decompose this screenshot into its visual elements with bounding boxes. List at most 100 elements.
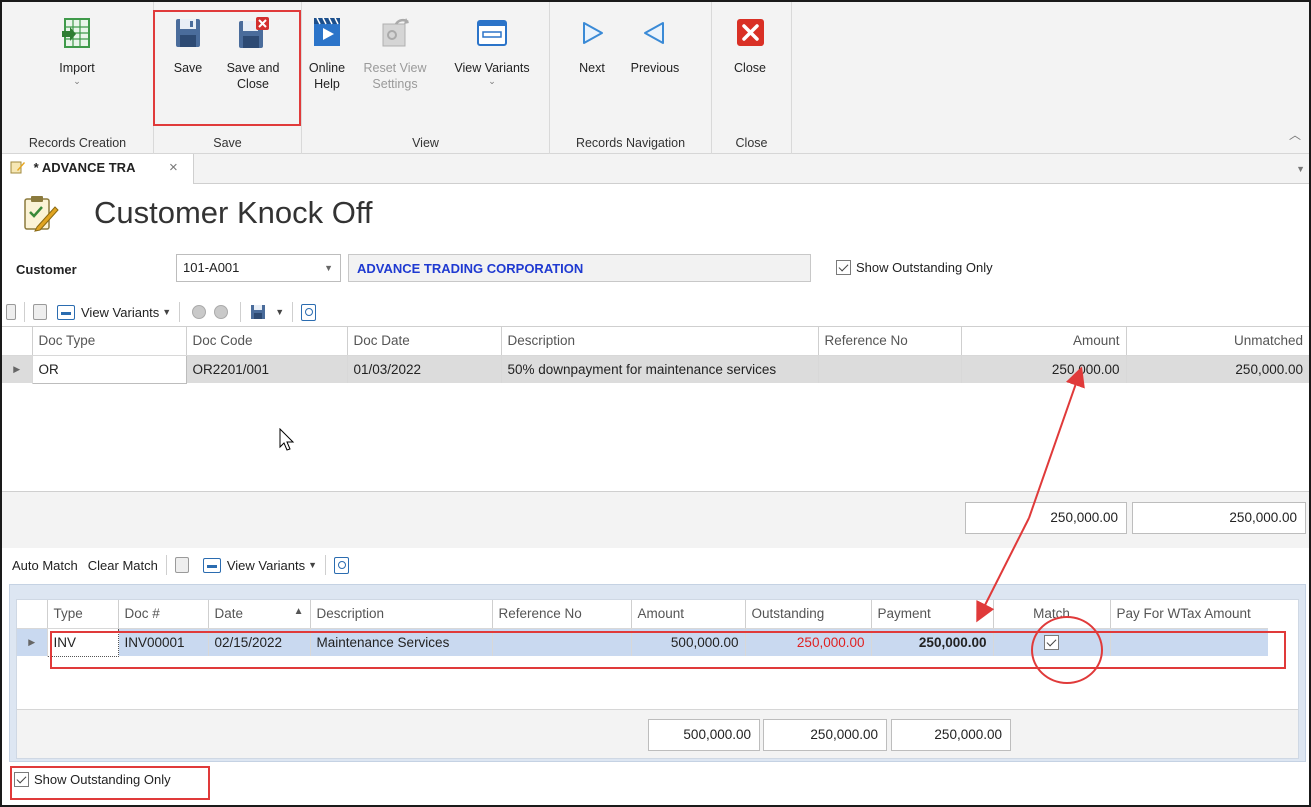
auto-match-button[interactable]: Auto Match	[12, 558, 78, 573]
table-row[interactable]: ▶ OR OR2201/001 01/03/2022 50% downpayme…	[2, 354, 1309, 384]
group-label-close: Close	[735, 136, 768, 150]
video-help-icon	[310, 16, 344, 50]
total-payment: 250,000.00	[891, 719, 1011, 751]
col-amount[interactable]: Amount	[961, 327, 1127, 356]
cell-doc-no[interactable]: INV00001	[118, 628, 209, 656]
next-label: Next	[579, 61, 605, 75]
grid2-toolbar: Auto Match Clear Match View Variants ▼	[12, 551, 350, 579]
checkbox-checked-icon	[836, 260, 851, 275]
col-date-label: Date	[214, 606, 244, 622]
show-outstanding-bottom-checkbox[interactable]: Show Outstanding Only	[14, 772, 171, 787]
view-variants-ribbon-button[interactable]: View Variants ⌄	[442, 16, 542, 86]
documents-grid: Doc Type Doc Code Doc Date Description R…	[2, 326, 1309, 492]
col-description[interactable]: Description	[310, 600, 493, 629]
cell-doc-type[interactable]: OR	[31, 354, 187, 384]
col-description[interactable]: Description	[501, 327, 819, 356]
tab-advance-trading[interactable]: * ADVANCE TRA ×	[2, 154, 194, 184]
match-checkbox[interactable]	[1044, 634, 1059, 650]
customer-label: Customer	[16, 262, 77, 277]
copy-icon[interactable]	[174, 557, 189, 573]
group-label-records-creation: Records Creation	[28, 136, 127, 150]
reset-view-settings-button[interactable]: Reset View Settings	[360, 16, 430, 92]
view-variants-label-2: View Variants	[226, 557, 306, 573]
col-date[interactable]: Date ▲	[208, 600, 311, 629]
ribbon-group-records-creation: Import ⌄ Records Creation	[2, 2, 154, 154]
cell-date[interactable]: 02/15/2022	[208, 628, 311, 656]
cell-description[interactable]: 50% downpayment for maintenance services	[501, 355, 819, 383]
close-button[interactable]: Close	[728, 16, 772, 76]
tab-list-dropdown-icon[interactable]: ▼	[1296, 164, 1305, 174]
invoices-grid-footer: 500,000.00 250,000.00 250,000.00	[17, 709, 1298, 758]
cell-amount[interactable]: 500,000.00	[631, 628, 746, 656]
customer-code-combo[interactable]: 101-A001 ▼	[176, 254, 341, 282]
col-unmatched[interactable]: Unmatched	[1126, 327, 1309, 356]
dropdown-arrow-icon: ▼	[162, 307, 172, 317]
online-help-label-2: Help	[314, 77, 340, 91]
ribbon-group-save: Save Save and Close Save	[154, 2, 302, 154]
save-and-close-button[interactable]: Save and Close	[216, 16, 290, 92]
close-tab-icon[interactable]: ×	[169, 159, 178, 176]
reset-settings-icon	[378, 16, 412, 50]
cell-type[interactable]: INV	[46, 627, 119, 657]
cell-description[interactable]: Maintenance Services	[310, 628, 493, 656]
view-variants-ribbon-label: View Variants	[454, 61, 530, 75]
copy-icon[interactable]	[33, 304, 47, 320]
previous-label: Previous	[630, 61, 680, 75]
online-help-button[interactable]: Online Help	[306, 16, 348, 92]
layout-icon[interactable]	[6, 304, 16, 320]
cell-reference-no[interactable]	[818, 355, 962, 383]
next-button[interactable]: Next	[570, 16, 614, 76]
document-tab-strip: * ADVANCE TRA × ▼	[2, 154, 1309, 184]
find-icon[interactable]	[334, 556, 350, 574]
cell-match[interactable]	[993, 628, 1111, 656]
cell-payment[interactable]: 250,000.00	[871, 628, 994, 656]
edit-document-icon	[10, 160, 26, 174]
find-icon[interactable]	[301, 303, 317, 321]
col-doc-type[interactable]: Doc Type	[32, 327, 187, 356]
cell-amount[interactable]: 250,000.00	[961, 355, 1127, 383]
col-doc-code[interactable]: Doc Code	[186, 327, 348, 356]
next-arrow-icon	[575, 16, 609, 50]
collapse-ribbon-icon[interactable]: ︿	[1289, 126, 1301, 143]
col-reference-no[interactable]: Reference No	[818, 327, 962, 356]
grid1-toolbar: View Variants ▼ ▼	[6, 298, 317, 326]
export-button[interactable]: ▼	[249, 303, 284, 321]
cell-doc-code[interactable]: OR2201/001	[186, 355, 348, 383]
save-and-close-label-2: Close	[237, 77, 269, 91]
total-outstanding: 250,000.00	[763, 719, 887, 751]
cell-outstanding[interactable]: 250,000.00	[745, 628, 872, 656]
import-button[interactable]: Import ⌄	[42, 16, 112, 86]
cell-reference-no[interactable]	[492, 628, 632, 656]
move-down-icon[interactable]	[214, 305, 229, 319]
show-outstanding-top-checkbox[interactable]: Show Outstanding Only	[836, 260, 993, 275]
documents-table: Doc Type Doc Code Doc Date Description R…	[2, 327, 1309, 384]
total-amount-2: 500,000.00	[648, 719, 760, 751]
documents-grid-footer: 250,000.00 250,000.00	[2, 492, 1309, 548]
cell-unmatched[interactable]: 250,000.00	[1126, 355, 1309, 383]
view-variants-button-2[interactable]: View Variants ▼	[202, 557, 317, 573]
group-label-view: View	[412, 136, 439, 150]
view-variants-button-1[interactable]: View Variants ▼	[57, 304, 172, 320]
cell-pay-for-wtax[interactable]	[1110, 628, 1268, 656]
col-doc-date[interactable]: Doc Date	[347, 327, 502, 356]
chevron-down-icon: ▼	[324, 263, 333, 273]
col-match[interactable]: Match	[993, 600, 1111, 629]
col-amount[interactable]: Amount	[631, 600, 746, 629]
save-label: Save	[173, 61, 203, 75]
customer-code-value: 101-A001	[183, 260, 240, 275]
col-doc-no[interactable]: Doc #	[118, 600, 209, 629]
col-outstanding[interactable]: Outstanding	[745, 600, 872, 629]
col-reference-no[interactable]: Reference No	[492, 600, 632, 629]
previous-button[interactable]: Previous	[622, 16, 688, 76]
view-variants-icon	[57, 304, 75, 320]
save-button[interactable]: Save	[168, 16, 208, 76]
reset-view-label-2: Settings	[372, 77, 418, 91]
table-row[interactable]: ▶ INV INV00001 02/15/2022 Maintenance Se…	[17, 627, 1268, 657]
col-pay-for-wtax[interactable]: Pay For WTax Amount	[1110, 600, 1268, 629]
col-payment[interactable]: Payment	[871, 600, 994, 629]
col-type[interactable]: Type	[47, 600, 119, 629]
move-up-icon[interactable]	[192, 305, 207, 319]
cell-doc-date[interactable]: 01/03/2022	[347, 355, 502, 383]
clear-match-button[interactable]: Clear Match	[88, 558, 158, 573]
total-amount: 250,000.00	[965, 502, 1127, 534]
